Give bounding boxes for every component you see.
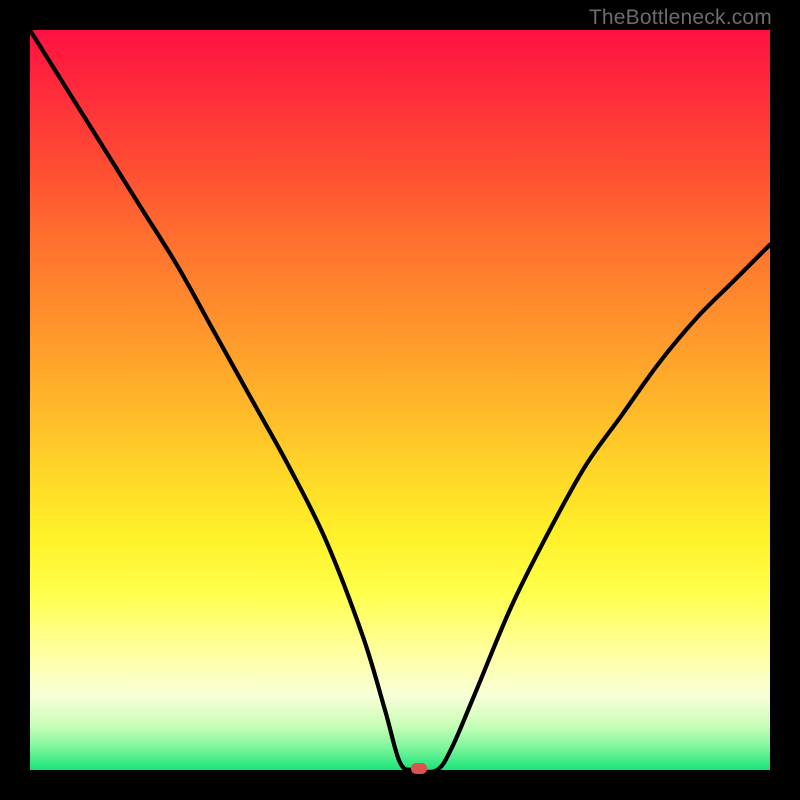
optimal-point-marker: [411, 763, 427, 774]
watermark-label: TheBottleneck.com: [589, 6, 772, 30]
bottleneck-curve: [30, 30, 770, 770]
plot-area: [30, 30, 770, 770]
chart-frame: TheBottleneck.com: [0, 0, 800, 800]
